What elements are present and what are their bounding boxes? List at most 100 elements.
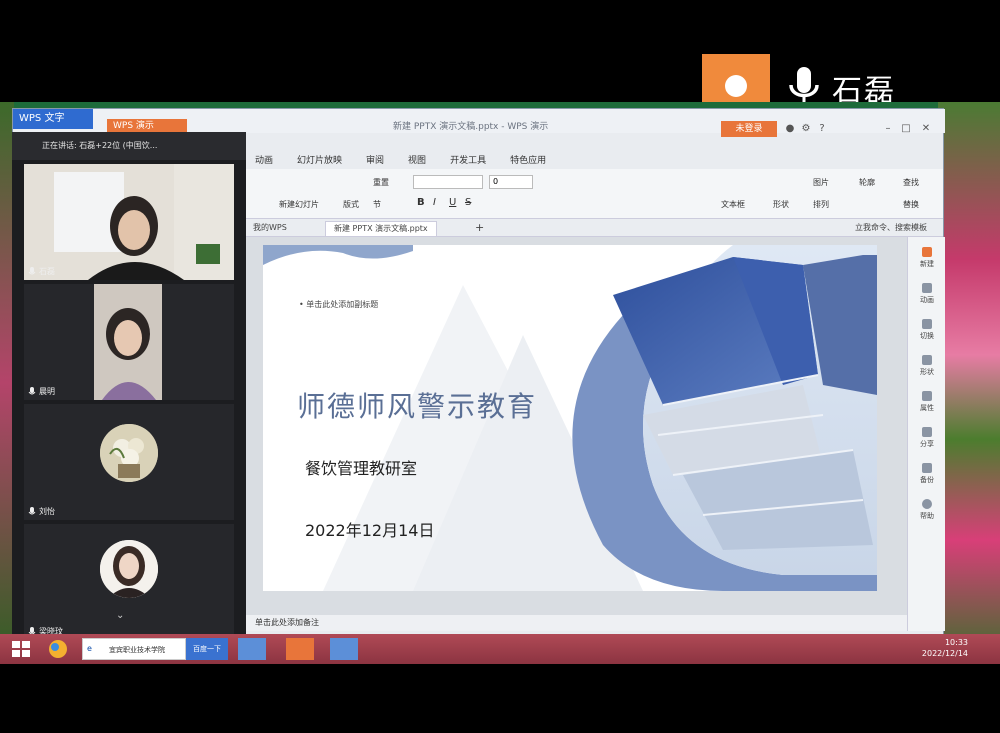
tab-review[interactable]: 审阅	[354, 153, 396, 169]
section-button[interactable]: 节	[373, 199, 381, 210]
avatar	[100, 540, 158, 598]
panel-share[interactable]: 分享	[912, 427, 942, 449]
screen: 石磊 WPS 文字 WPS 演示 新建 PPTX 演示文稿.pptx - WPS…	[0, 0, 1000, 733]
participant-video	[24, 164, 234, 280]
shapes-button[interactable]: 形状	[773, 199, 789, 210]
find-button[interactable]: 查找	[903, 177, 919, 188]
transition-icon	[922, 319, 932, 329]
tab-my-wps[interactable]: 我的WPS	[253, 221, 287, 235]
arrange-button[interactable]: 排列	[813, 199, 829, 210]
panel-backup-label: 备份	[920, 476, 934, 484]
shape-icon	[922, 355, 932, 365]
replace-button[interactable]: 替换	[903, 199, 919, 210]
panel-share-label: 分享	[920, 440, 934, 448]
wps-writer-taskbar-icon[interactable]	[238, 638, 266, 660]
login-button[interactable]: 未登录	[721, 121, 777, 137]
help-icon[interactable]: ?	[815, 123, 829, 135]
font-size-field[interactable]: 0	[489, 175, 533, 189]
subtitle-placeholder-text: 单击此处添加副标题	[306, 300, 379, 309]
participant-tile[interactable]: 晨明	[24, 284, 234, 400]
wps-presentation-taskbar-icon[interactable]	[286, 638, 314, 660]
italic-button[interactable]: I	[433, 197, 436, 208]
microphone-icon	[28, 506, 36, 514]
layout-button[interactable]: 版式	[343, 199, 359, 210]
panel-transition[interactable]: 切换	[912, 319, 942, 341]
meeting-app-taskbar-icon[interactable]	[330, 638, 358, 660]
right-task-panel: 新建 动画 切换 形状 属性 分享 备份 帮助	[907, 237, 945, 631]
picture-button[interactable]: 图片	[813, 177, 829, 188]
underline-button[interactable]: U	[449, 197, 456, 208]
panel-new[interactable]: 新建	[912, 247, 942, 269]
desktop-wallpaper-right	[938, 102, 1000, 664]
scroll-down-chevron-icon[interactable]: ⌄	[116, 610, 124, 621]
tab-active-document[interactable]: 新建 PPTX 演示文稿.pptx	[325, 221, 437, 236]
subtitle-placeholder[interactable]: • 单击此处添加副标题	[299, 299, 378, 310]
title-bar: WPS 文字 WPS 演示 新建 PPTX 演示文稿.pptx - WPS 演示…	[13, 109, 945, 137]
panel-shapes[interactable]: 形状	[912, 355, 942, 377]
panel-properties-label: 属性	[920, 404, 934, 412]
reset-button[interactable]: 重置	[373, 177, 389, 188]
panel-new-label: 新建	[920, 260, 934, 268]
panel-transition-label: 切换	[920, 332, 934, 340]
search-input[interactable]: e 宜宾职业技术学院	[82, 638, 186, 660]
notes-pane[interactable]: 单击此处添加备注	[243, 615, 907, 631]
system-clock[interactable]: 10:33 2022/12/14	[922, 637, 968, 659]
tab-animation[interactable]: 动画	[243, 153, 285, 169]
panel-backup[interactable]: 备份	[912, 463, 942, 485]
font-name-field[interactable]	[413, 175, 483, 189]
tab-special[interactable]: 特色应用	[498, 153, 558, 169]
panel-help[interactable]: 帮助	[912, 499, 942, 521]
panel-animation[interactable]: 动画	[912, 283, 942, 305]
strikethrough-button[interactable]: S	[465, 197, 471, 208]
flower-avatar-image	[100, 424, 158, 482]
close-icon[interactable]: ✕	[919, 123, 933, 135]
properties-icon	[922, 391, 932, 401]
new-tab-icon[interactable]: +	[475, 221, 484, 235]
tab-view[interactable]: 视图	[396, 153, 438, 169]
skin-icon[interactable]: ●	[783, 123, 797, 135]
app-icon[interactable]	[46, 638, 72, 660]
slide-editor: • 单击此处添加副标题 师德师风警示教育 餐饮管理教研室 2022年12月14日	[243, 237, 907, 615]
tab-slideshow[interactable]: 幻灯片放映	[285, 153, 354, 169]
maximize-icon[interactable]: □	[899, 123, 913, 135]
new-slide-button[interactable]: 新建幻灯片	[279, 199, 319, 210]
animation-icon	[922, 283, 932, 293]
share-icon	[922, 427, 932, 437]
portrait-avatar-image	[100, 540, 158, 598]
minimize-icon[interactable]: –	[881, 123, 895, 135]
windows-taskbar: e 宜宾职业技术学院 百度一下 10:33 2022/12/14	[0, 634, 1000, 664]
settings-icon[interactable]: ⚙	[799, 123, 813, 135]
participant-tile[interactable]: 石磊	[24, 164, 234, 280]
meeting-status-bar: 正在讲话: 石磊+22位 (中国饮...	[12, 132, 246, 160]
outline-button[interactable]: 轮廓	[859, 177, 875, 188]
wps-writer-tab[interactable]: WPS 文字	[13, 109, 93, 129]
browser-ball-icon	[49, 640, 67, 658]
panel-properties[interactable]: 属性	[912, 391, 942, 413]
panel-help-label: 帮助	[920, 512, 934, 520]
slide-date[interactable]: 2022年12月14日	[305, 517, 434, 541]
start-button[interactable]	[10, 638, 32, 660]
backup-icon	[922, 463, 932, 473]
panel-animation-label: 动画	[920, 296, 934, 304]
slide-canvas[interactable]: • 单击此处添加副标题 师德师风警示教育 餐饮管理教研室 2022年12月14日	[263, 245, 877, 591]
participant-video	[94, 284, 162, 400]
help-circle-icon	[922, 499, 932, 509]
template-search[interactable]: 立我命令、搜索模板	[855, 221, 927, 235]
participant-tile[interactable]: 刘怡	[24, 404, 234, 520]
search-button[interactable]: 百度一下	[186, 638, 228, 660]
slide-department[interactable]: 餐饮管理教研室	[305, 455, 417, 479]
participant-tile[interactable]: ⌄ 梁晓玟	[24, 524, 234, 640]
textbox-button[interactable]: 文本框	[721, 199, 745, 210]
ribbon-toolbar: 新建幻灯片 版式 节 重置 0 B I U S 文本框 形状 图片 排列 轮廓 …	[243, 169, 943, 219]
windows-logo-icon	[12, 641, 30, 657]
participant-name: 刘怡	[39, 507, 55, 516]
meeting-video-panel: 正在讲话: 石磊+22位 (中国饮... 石磊 晨明 刘怡 ⌄ 梁晓玟	[12, 132, 246, 640]
new-icon	[922, 247, 932, 257]
ie-icon: e	[87, 644, 92, 653]
tab-developer[interactable]: 开发工具	[438, 153, 498, 169]
bold-button[interactable]: B	[417, 197, 425, 208]
microphone-icon	[28, 386, 36, 394]
participant-label: 石磊	[28, 266, 55, 277]
slide-title[interactable]: 师德师风警示教育	[297, 385, 537, 425]
wps-presentation-tab[interactable]: WPS 演示	[107, 119, 187, 133]
